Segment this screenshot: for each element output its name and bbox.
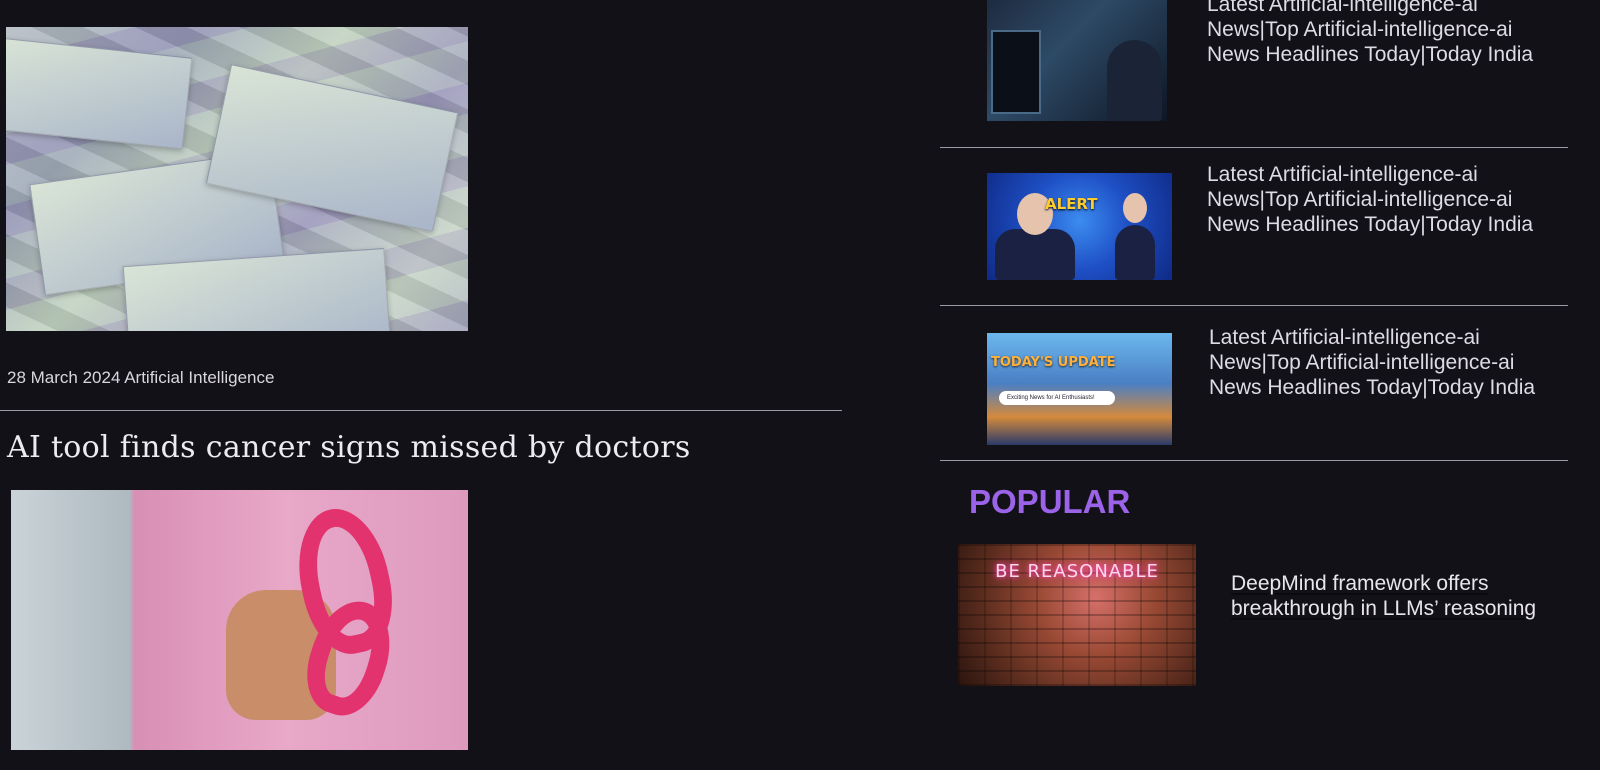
todays-update-city-photo-icon[interactable]: TODAY'S UPDATE Exciting News for AI Enth… [987, 333, 1172, 445]
image-alert-text: ALERT [1045, 195, 1098, 213]
article-meta: 28 March 2024 Artificial Intelligence [7, 368, 274, 388]
image-pill-text: Exciting News for AI Enthusiasts! [999, 391, 1115, 405]
image-banner-text: TODAY'S UPDATE [991, 355, 1116, 370]
pink-ribbon-photo-icon[interactable] [11, 490, 468, 750]
popular-item-title-link[interactable]: DeepMind framework offers breakthrough i… [1231, 571, 1541, 621]
article-category-link[interactable]: Artificial Intelligence [124, 368, 274, 387]
banknotes-photo-icon[interactable] [6, 27, 468, 331]
sidebar-divider [940, 460, 1568, 461]
news-alert-anchors-photo-icon[interactable]: ALERT [987, 173, 1172, 280]
article-date: 28 March 2024 [7, 368, 121, 387]
neon-sign-text: BE REASONABLE [995, 561, 1159, 582]
article-divider [0, 410, 842, 411]
sidebar-divider [940, 305, 1568, 306]
sidebar-item-title-link[interactable]: Latest Artificial-intelligence-ai News|T… [1209, 325, 1554, 400]
sidebar-item-title-link[interactable]: Latest Artificial-intelligence-ai News|T… [1207, 0, 1552, 67]
popular-heading: POPULAR [969, 483, 1131, 520]
sidebar-item-title-link[interactable]: Latest Artificial-intelligence-ai News|T… [1207, 162, 1552, 237]
office-programmer-photo-icon[interactable] [987, 0, 1167, 121]
article-headline-link[interactable]: AI tool finds cancer signs missed by doc… [7, 430, 691, 465]
neon-sign-photo-icon[interactable]: BE REASONABLE [958, 544, 1196, 686]
sidebar-divider [940, 147, 1568, 148]
